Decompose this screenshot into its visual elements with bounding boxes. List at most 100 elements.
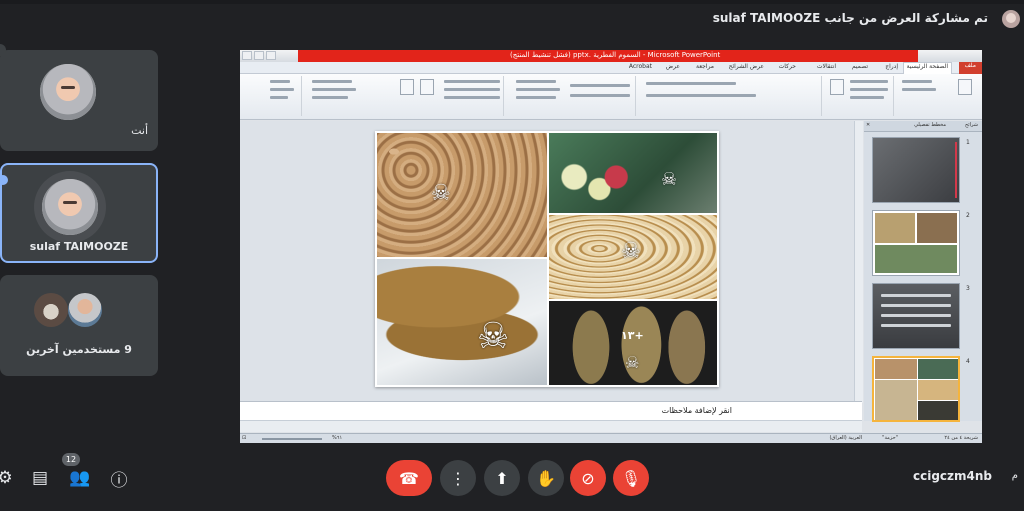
slide-thumbnail[interactable] bbox=[872, 210, 960, 276]
more-vert-icon: ⋮ bbox=[450, 468, 466, 488]
presenting-indicator-icon bbox=[0, 175, 8, 185]
ppt-window-title: Microsoft PowerPoint - السموم الفطرية .p… bbox=[510, 51, 721, 59]
tamarind-photo: ☠ bbox=[377, 259, 547, 385]
others-label: 9 مستخدمين آخرين bbox=[26, 343, 132, 356]
close-pane-icon[interactable]: ✕ bbox=[866, 122, 870, 128]
more-options-button[interactable]: ⋮ bbox=[440, 460, 476, 496]
phone-hangup-icon: ☎ bbox=[399, 468, 419, 488]
skull-icon: ☠ bbox=[661, 169, 678, 190]
ribbon-group-slides bbox=[824, 76, 894, 116]
tab-transitions[interactable]: انتقالات bbox=[817, 63, 836, 70]
zoom-fit-icon[interactable]: ⊡ bbox=[242, 435, 246, 441]
paste-icon[interactable] bbox=[958, 79, 972, 95]
slide-thumbnail[interactable] bbox=[872, 283, 960, 349]
tab-acrobat[interactable]: Acrobat bbox=[629, 63, 652, 70]
meeting-controls-bar: ⚙ ▤ 👥 12 ⓘ ☎ ⋮ ⬆ ✋ ⊘ 🎙 ccigczm4nb م bbox=[0, 443, 1024, 511]
present-screen-icon: ⬆ bbox=[495, 468, 509, 488]
tab-file[interactable]: ملف bbox=[958, 62, 982, 74]
videocam-off-icon: ⊘ bbox=[581, 468, 595, 488]
self-label: أنت bbox=[131, 124, 148, 137]
thumb-tabs: شرائح مخطط تفصيلي ✕ bbox=[864, 121, 982, 132]
raise-hand-button[interactable]: ✋ bbox=[528, 460, 564, 496]
slide-number: 1 bbox=[966, 139, 970, 146]
corn-label: ١٣+ bbox=[621, 329, 644, 342]
avatar bbox=[68, 293, 102, 327]
activities-icon[interactable]: ⚙ bbox=[0, 467, 16, 489]
status-language: العربية (العراق) bbox=[829, 435, 862, 441]
tab-design[interactable]: تصميم bbox=[852, 63, 868, 70]
avatar bbox=[40, 64, 96, 120]
tab-animations[interactable]: حركات bbox=[779, 63, 796, 70]
presenter-avatar-icon bbox=[1002, 10, 1020, 28]
maximize-window-icon[interactable] bbox=[254, 51, 264, 60]
slide-number: 2 bbox=[966, 212, 970, 219]
slide-thumbnail[interactable] bbox=[872, 137, 960, 203]
tile-options-icon[interactable] bbox=[0, 44, 6, 56]
zoom-slider[interactable] bbox=[262, 438, 322, 440]
ribbon-group-paragraph bbox=[506, 76, 636, 116]
horizontal-scrollbar[interactable] bbox=[240, 420, 862, 432]
skull-icon: ☠ bbox=[477, 316, 510, 357]
tab-slideshow[interactable]: عرض الشرائح bbox=[729, 63, 764, 70]
meeting-code: ccigczm4nb bbox=[912, 469, 992, 483]
meet-window: تم مشاركة العرض من جانب sulaf TAIMOOZE أ… bbox=[0, 0, 1024, 511]
slide-thumbnail-selected[interactable] bbox=[872, 356, 960, 422]
close-window-icon[interactable] bbox=[242, 51, 252, 60]
strawberry-photo: ☠ bbox=[549, 133, 717, 213]
presenter-name: sulaf TAIMOOZE bbox=[29, 240, 129, 253]
shape-styles-icon[interactable] bbox=[400, 79, 414, 95]
share-banner-text: تم مشاركة العرض من جانب sulaf TAIMOOZE bbox=[712, 11, 988, 25]
tab-insert[interactable]: إدراج bbox=[885, 63, 898, 70]
ribbon-group-editing bbox=[240, 76, 302, 116]
slide-vertical-scrollbar[interactable] bbox=[854, 121, 863, 403]
avatar bbox=[42, 179, 98, 235]
meeting-code-separator: م bbox=[1011, 470, 1018, 481]
ppt-status-bar: ⊡ %٦١ العربية (العراق) "حزمة" شريحة ٤ من… bbox=[240, 433, 982, 443]
mic-off-icon: 🎙 bbox=[620, 468, 642, 488]
slide-thumbnails-pane: شرائح مخطط تفصيلي ✕ 1 2 3 4 bbox=[864, 121, 982, 422]
tab-home[interactable]: الصفحة الرئيسية bbox=[902, 62, 952, 74]
status-theme: "حزمة" bbox=[882, 435, 898, 441]
tab-slides[interactable]: شرائح bbox=[965, 122, 978, 128]
leave-call-button[interactable]: ☎ bbox=[386, 460, 432, 496]
camera-toggle-button[interactable]: ⊘ bbox=[570, 460, 606, 496]
mic-toggle-button[interactable]: 🎙 bbox=[613, 460, 649, 496]
tab-review[interactable]: مراجعة bbox=[696, 63, 714, 70]
chat-icon[interactable]: ▤ bbox=[29, 467, 51, 489]
skull-icon: ☠ bbox=[431, 181, 451, 206]
notes-pane[interactable]: انقر لإضافة ملاحظات bbox=[240, 401, 862, 420]
skull-icon: ☠ bbox=[621, 239, 641, 264]
participant-count-badge: 12 bbox=[62, 453, 80, 466]
current-slide[interactable]: ☠ ☠ ☠ ☠ ١٣+ ☠ bbox=[375, 131, 719, 387]
peanut-photo: ☠ bbox=[377, 133, 547, 257]
ribbon-group-drawing bbox=[304, 76, 504, 116]
minimize-window-icon[interactable] bbox=[266, 51, 276, 60]
participant-tile-self[interactable]: أنت bbox=[0, 44, 158, 151]
participant-tile-others[interactable]: 9 مستخدمين آخرين bbox=[0, 275, 158, 376]
slide-editing-pane: ☠ ☠ ☠ ☠ ١٣+ ☠ bbox=[240, 121, 862, 401]
new-slide-icon[interactable] bbox=[830, 79, 844, 95]
ribbon-group-font bbox=[638, 76, 822, 116]
participant-tile-presenter[interactable]: sulaf TAIMOOZE bbox=[0, 163, 158, 263]
ribbon-tabs: ملف الصفحة الرئيسية إدراج تصميم انتقالات… bbox=[240, 62, 982, 74]
zoom-level: %٦١ bbox=[332, 435, 343, 441]
pistachio-photo: ☠ bbox=[549, 215, 717, 299]
avatar bbox=[34, 293, 68, 327]
tab-view[interactable]: عرض bbox=[666, 63, 680, 70]
top-strip bbox=[0, 0, 1024, 4]
present-now-button[interactable]: ⬆ bbox=[484, 460, 520, 496]
shared-screen: Microsoft PowerPoint - السموم الفطرية .p… bbox=[240, 50, 982, 443]
slide-number: 4 bbox=[966, 358, 970, 365]
top-banner: تم مشاركة العرض من جانب sulaf TAIMOOZE bbox=[0, 0, 1024, 38]
ribbon-group-clipboard bbox=[896, 76, 982, 116]
people-icon[interactable]: 👥 bbox=[69, 467, 91, 489]
slide-number: 3 bbox=[966, 285, 970, 292]
status-slide-count: شريحة ٤ من ٢٤ bbox=[944, 435, 978, 441]
tab-outline[interactable]: مخطط تفصيلي bbox=[914, 122, 946, 128]
raise-hand-icon: ✋ bbox=[536, 468, 556, 488]
arrange-icon[interactable] bbox=[420, 79, 434, 95]
ribbon bbox=[240, 74, 982, 120]
ppt-titlebar: Microsoft PowerPoint - السموم الفطرية .p… bbox=[240, 50, 982, 62]
info-icon[interactable]: ⓘ bbox=[108, 467, 130, 491]
skull-icon: ☠ bbox=[625, 353, 640, 372]
